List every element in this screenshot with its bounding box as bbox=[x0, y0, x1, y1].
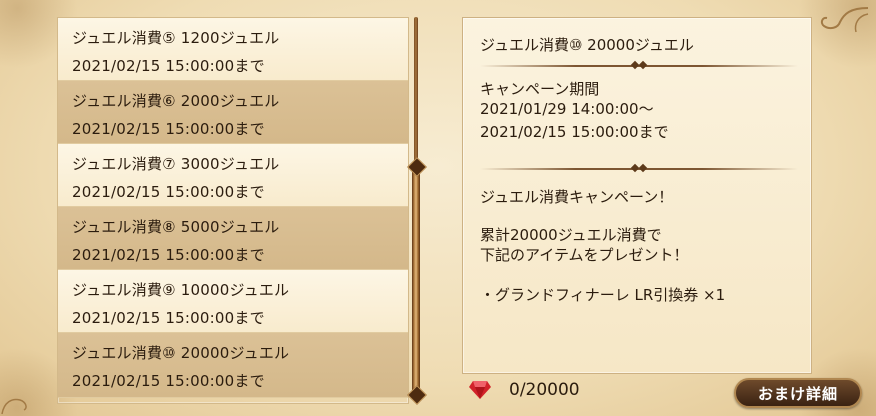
divider bbox=[480, 60, 798, 70]
campaign-name: ジュエル消費⑥ 2000ジュエル bbox=[72, 92, 280, 110]
campaign-end-date: 2021/02/15 15:00:00まで bbox=[72, 183, 265, 201]
omake-detail-button[interactable]: おまけ詳細 bbox=[734, 378, 862, 408]
campaign-list-item-selected[interactable]: ジュエル消費⑩ 20000ジュエル 2021/02/15 15:00:00まで bbox=[58, 333, 408, 398]
campaign-end-date: 2021/02/15 15:00:00まで bbox=[72, 309, 265, 327]
campaign-name: ジュエル消費⑤ 1200ジュエル bbox=[72, 29, 280, 47]
campaign-list-item[interactable]: ジュエル消費⑤ 1200ジュエル 2021/02/15 15:00:00まで bbox=[58, 18, 408, 81]
period-label: キャンペーン期間 bbox=[480, 80, 600, 98]
campaign-end-date: 2021/02/15 15:00:00まで bbox=[72, 372, 265, 390]
jewel-progress: 0/20000 bbox=[509, 380, 580, 400]
campaign-description: 累計20000ジュエル消費で bbox=[480, 226, 662, 244]
campaign-end-date: 2021/02/15 15:00:00まで bbox=[72, 120, 265, 138]
scrollbar-thumb-bar bbox=[412, 166, 420, 394]
campaign-list-item[interactable]: ジュエル消費⑧ 5000ジュエル 2021/02/15 15:00:00まで bbox=[58, 207, 408, 270]
period-start: 2021/01/29 14:00:00～ bbox=[480, 100, 654, 118]
campaign-list-item[interactable]: ジュエル消費⑦ 3000ジュエル 2021/02/15 15:00:00まで bbox=[58, 144, 408, 207]
campaign-name: ジュエル消費⑩ 20000ジュエル bbox=[72, 344, 290, 362]
campaign-description: 下記のアイテムをプレゼント！ bbox=[480, 246, 689, 264]
campaign-detail-panel: ジュエル消費⑩ 20000ジュエル キャンペーン期間 2021/01/29 14… bbox=[462, 17, 812, 374]
scrollbar-cap-top-icon bbox=[407, 157, 427, 177]
campaign-end-date: 2021/02/15 15:00:00まで bbox=[72, 57, 265, 75]
campaign-end-date: 2021/02/15 15:00:00まで bbox=[72, 246, 265, 264]
detail-title: ジュエル消費⑩ 20000ジュエル bbox=[480, 36, 694, 54]
corner-ornament-icon bbox=[1, 398, 27, 415]
scrollbar-cap-bottom-icon bbox=[407, 385, 427, 405]
campaign-list-item[interactable]: ジュエル消費⑨ 10000ジュエル 2021/02/15 15:00:00まで bbox=[58, 270, 408, 333]
scrollbar-thumb[interactable] bbox=[407, 157, 427, 405]
jewel-icon bbox=[469, 381, 491, 399]
reward-item: ・グランドフィナーレ LR引換券 ×1 bbox=[480, 286, 726, 304]
campaign-name: ジュエル消費⑨ 10000ジュエル bbox=[72, 281, 290, 299]
campaign-list-item[interactable]: ジュエル消費⑥ 2000ジュエル 2021/02/15 15:00:00まで bbox=[58, 81, 408, 144]
campaign-name: ジュエル消費⑦ 3000ジュエル bbox=[72, 155, 280, 173]
campaign-heading: ジュエル消費キャンペーン！ bbox=[480, 188, 674, 206]
divider bbox=[480, 163, 798, 173]
corner-ornament-icon bbox=[820, 7, 869, 33]
period-end: 2021/02/15 15:00:00まで bbox=[480, 123, 669, 141]
campaign-list: ジュエル消費⑤ 1200ジュエル 2021/02/15 15:00:00まで ジ… bbox=[57, 17, 409, 404]
campaign-name: ジュエル消費⑧ 5000ジュエル bbox=[72, 218, 280, 236]
